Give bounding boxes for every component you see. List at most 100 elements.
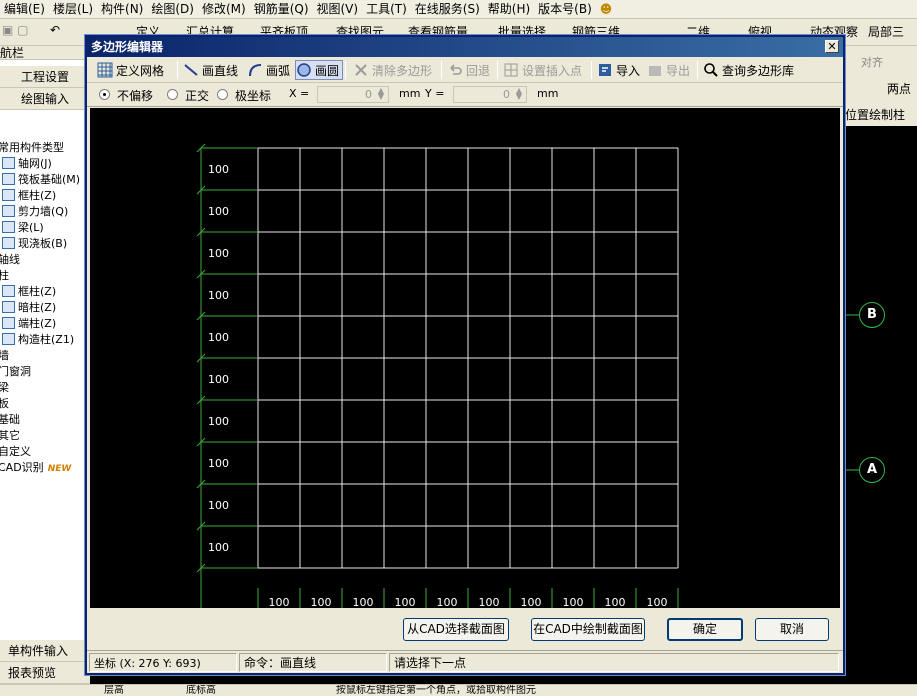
draw-line-button[interactable]: 画直线: [183, 60, 238, 80]
component-type-icon: [2, 221, 15, 233]
coords-readout: 坐标 (X: 276 Y: 693): [89, 653, 237, 672]
define-grid-label: 定义网格: [116, 63, 165, 78]
tree-item[interactable]: 板: [0, 396, 80, 412]
export-icon: [649, 66, 661, 76]
tree-item-label: 柱: [0, 269, 9, 282]
draw-arc-button[interactable]: 画弧: [247, 60, 290, 80]
toolbar-local-3d[interactable]: 局部三: [868, 23, 904, 40]
toolbar-disabled-icons: ▣ ▢: [2, 23, 29, 37]
import-label: 导入: [616, 63, 641, 78]
undo-icon[interactable]: ↶: [50, 23, 60, 37]
tree-item[interactable]: 柱: [0, 268, 80, 284]
right-toolbar-area: 对齐 两点 位置绘制柱: [845, 46, 917, 126]
tree-item[interactable]: 门窗洞: [0, 364, 80, 380]
tree-item[interactable]: 轴网(J): [0, 156, 80, 172]
tree-item[interactable]: CAD识别 NEW: [0, 460, 80, 477]
menu-item[interactable]: 视图(V): [313, 0, 363, 19]
y-input[interactable]: 0 ▲ ▼: [453, 86, 527, 103]
tree-item[interactable]: 框柱(Z): [0, 284, 80, 300]
clear-polygon-button[interactable]: 清除多边形: [353, 60, 432, 80]
align-item[interactable]: 对齐: [861, 54, 883, 70]
x-input[interactable]: 0 ▲ ▼: [317, 86, 389, 103]
export-button[interactable]: 导出: [647, 60, 690, 80]
polygon-editor-dialog: 多边形编辑器 ✕ 定义网格 画直线 画弧 画圆 清除多边形 回退 设置插入点 导…: [85, 35, 845, 675]
tree-item-label: 框柱(Z): [18, 285, 57, 298]
query-polygon-library-label: 查询多边形库: [722, 63, 795, 78]
close-button[interactable]: ✕: [825, 40, 839, 53]
orthogonal-radio[interactable]: [167, 89, 178, 100]
left-nav-panel: 航栏 工程设置 绘图输入 常用构件类型 轴网(J) 筏板基础(M) 框柱(Z) 剪力墙(…: [0, 46, 90, 686]
tree-item[interactable]: 现浇板(B): [0, 236, 80, 252]
define-grid-button[interactable]: 定义网格: [97, 60, 164, 80]
col-dimension-label: 100: [269, 596, 290, 608]
tree-item[interactable]: 墙: [0, 348, 80, 364]
nav-header: 航栏: [0, 46, 90, 60]
x-spinner[interactable]: ▲ ▼: [375, 87, 387, 101]
main-status-bar: 层高 底标高 按鼠标左键指定第一个角点，或拾取构件图元: [0, 684, 917, 696]
tree-item[interactable]: 暗柱(Z): [0, 300, 80, 316]
toolbar-separator: [345, 61, 346, 79]
menu-item[interactable]: 编辑(E): [0, 0, 49, 19]
menu-item[interactable]: 钢筋量(Q): [250, 0, 313, 19]
dialog-status-bar: 坐标 (X: 276 Y: 693) 命令：画直线 请选择下一点: [87, 650, 843, 673]
menu-item[interactable]: 版本号(B): [534, 0, 596, 19]
menu-item[interactable]: 工具(T): [362, 0, 411, 19]
project-settings-button[interactable]: 工程设置: [0, 66, 90, 88]
no-offset-radio[interactable]: [99, 89, 110, 100]
position-draw-column-item[interactable]: 位置绘制柱: [845, 106, 905, 123]
tree-item-label: 端柱(Z): [18, 317, 57, 330]
tree-item-label: 框柱(Z): [18, 189, 57, 202]
tree-item[interactable]: 梁: [0, 380, 80, 396]
y-spinner[interactable]: ▲ ▼: [513, 87, 525, 101]
tree-item[interactable]: 常用构件类型: [0, 140, 80, 156]
tree-item[interactable]: 梁(L): [0, 220, 80, 236]
col-dimension-label: 100: [353, 596, 374, 608]
tree-item[interactable]: 基础: [0, 412, 80, 428]
menu-item[interactable]: 在线服务(S): [411, 0, 484, 19]
set-insert-point-button[interactable]: 设置插入点: [503, 60, 582, 80]
menu-item[interactable]: 构件(N): [97, 0, 147, 19]
menu-item[interactable]: 帮助(H): [484, 0, 534, 19]
circle-icon: [297, 63, 311, 77]
grid-svg[interactable]: 100 100 100 100 100 100 100 100 100 100 100 100 100 1…: [90, 108, 840, 608]
two-point-item[interactable]: 两点: [887, 80, 911, 97]
help-avatar-icon[interactable]: ☻: [596, 0, 617, 19]
export-label: 导出: [666, 63, 691, 78]
undo-button[interactable]: 回退: [447, 60, 490, 80]
report-preview-tab[interactable]: 报表预览: [0, 662, 90, 684]
menu-item[interactable]: 绘图(D): [147, 0, 198, 19]
tree-item[interactable]: 其它: [0, 428, 80, 444]
tree-item[interactable]: 端柱(Z): [0, 316, 80, 332]
polar-radio[interactable]: [217, 89, 228, 100]
single-component-input-tab[interactable]: 单构件输入: [0, 640, 90, 662]
draw-circle-button[interactable]: 画圆: [295, 60, 344, 80]
menu-item[interactable]: 楼层(L): [49, 0, 97, 19]
drawing-input-button[interactable]: 绘图输入: [0, 88, 90, 110]
menu-item[interactable]: 修改(M): [198, 0, 250, 19]
tree-item[interactable]: 框柱(Z): [0, 188, 80, 204]
import-button[interactable]: 导入: [597, 60, 640, 80]
orthogonal-label: 正交: [185, 89, 210, 103]
ok-button[interactable]: 确定: [667, 618, 743, 641]
cancel-button[interactable]: 取消: [755, 618, 829, 641]
toolbar-separator: [497, 61, 498, 79]
tree-item[interactable]: 筏板基础(M): [0, 172, 80, 188]
component-tree: 常用构件类型 轴网(J) 筏板基础(M) 框柱(Z) 剪力墙(Q) 梁(L) 现浇板(B) 轴…: [0, 140, 80, 477]
tree-item[interactable]: 轴线: [0, 252, 80, 268]
tree-item[interactable]: 构造柱(Z1): [0, 332, 80, 348]
component-type-icon: [2, 237, 15, 249]
floor-height-label: 层高: [104, 685, 124, 696]
select-from-cad-button[interactable]: 从CAD选择截面图: [403, 618, 509, 641]
tree-item[interactable]: 剪力墙(Q): [0, 204, 80, 220]
col-dimension-label: 100: [437, 596, 458, 608]
axis-label-a: A: [859, 457, 885, 483]
dialog-titlebar[interactable]: 多边形编辑器: [87, 37, 843, 57]
axis-canvas: [845, 314, 859, 471]
tree-item-label: 常用构件类型: [0, 141, 64, 154]
tree-item[interactable]: 自定义: [0, 444, 80, 460]
component-type-icon: [2, 173, 15, 185]
query-polygon-library-button[interactable]: 查询多边形库: [703, 60, 794, 80]
tree-item-label: 自定义: [0, 445, 31, 458]
polygon-drawing-canvas[interactable]: 100 100 100 100 100 100 100 100 100 100 100 100 100 1…: [90, 108, 840, 608]
draw-in-cad-button[interactable]: 在CAD中绘制截面图: [531, 618, 645, 641]
